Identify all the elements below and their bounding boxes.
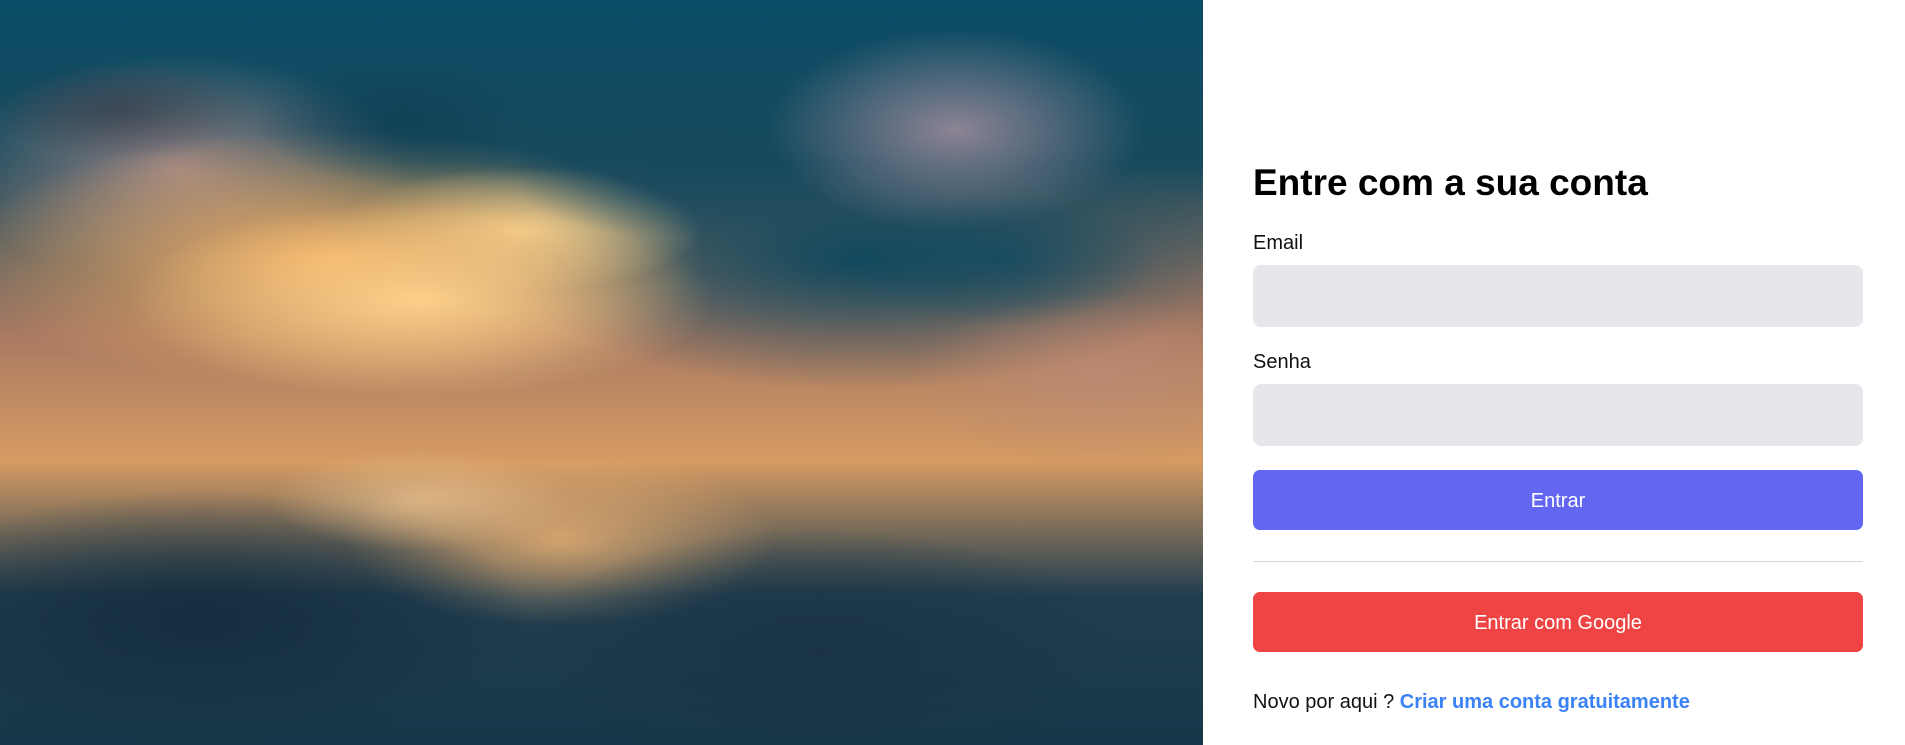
signup-prompt-row: Novo por aqui ? Criar uma conta gratuita… xyxy=(1253,690,1863,714)
cloudy-sky-image xyxy=(0,0,1203,745)
google-login-button[interactable]: Entrar com Google xyxy=(1253,592,1863,652)
signup-prompt: Novo por aqui ? xyxy=(1253,691,1400,713)
login-page: Entre com a sua conta Email Senha Entrar… xyxy=(0,0,1905,745)
password-field-group: Senha xyxy=(1253,350,1863,446)
login-panel: Entre com a sua conta Email Senha Entrar… xyxy=(1203,0,1905,745)
email-label: Email xyxy=(1253,232,1304,254)
page-title: Entre com a sua conta xyxy=(1253,162,1648,203)
login-button[interactable]: Entrar xyxy=(1253,470,1863,530)
password-field[interactable] xyxy=(1253,384,1863,446)
email-field-group: Email xyxy=(1253,231,1863,327)
email-field[interactable] xyxy=(1253,265,1863,327)
divider xyxy=(1253,561,1863,562)
login-form: Entre com a sua conta Email Senha Entrar… xyxy=(1253,161,1863,714)
signup-link[interactable]: Criar uma conta gratuitamente xyxy=(1400,691,1690,713)
password-label: Senha xyxy=(1253,351,1311,373)
